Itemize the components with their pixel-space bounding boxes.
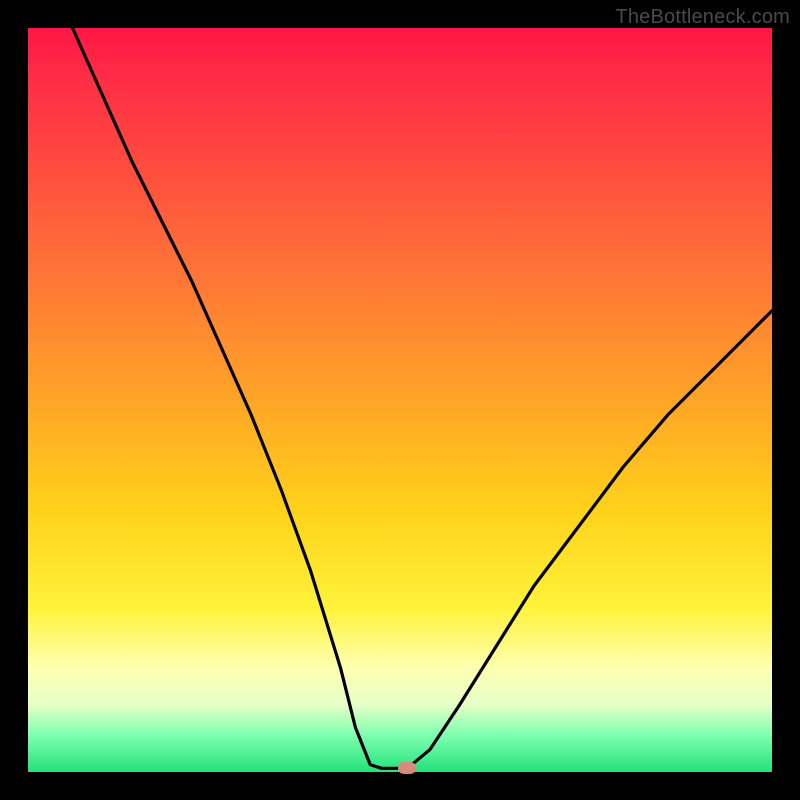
plot-area: [28, 28, 772, 772]
watermark-text: TheBottleneck.com: [615, 6, 790, 29]
minimum-marker: [398, 762, 416, 774]
bottleneck-curve: [28, 28, 772, 772]
chart-frame: TheBottleneck.com: [0, 0, 800, 800]
